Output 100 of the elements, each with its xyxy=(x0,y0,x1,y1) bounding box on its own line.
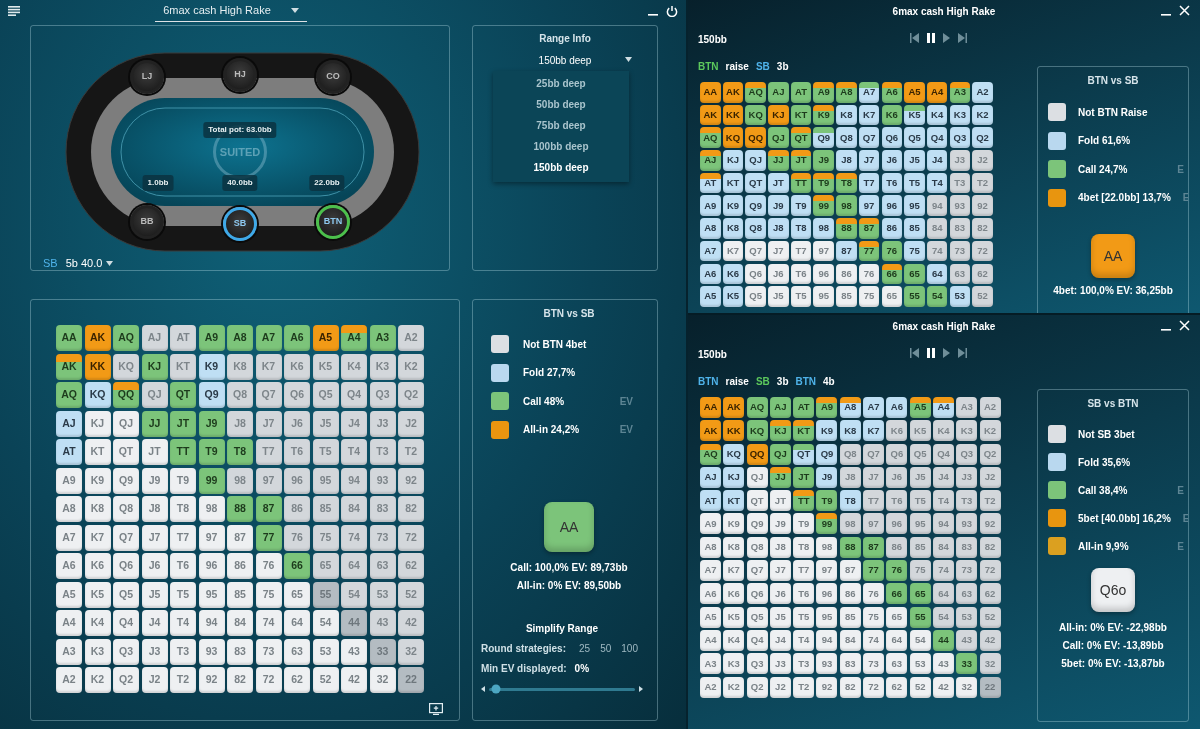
hand-cell[interactable]: Q4 xyxy=(341,382,367,408)
hand-cell[interactable]: 96 xyxy=(881,195,903,217)
hand-cell[interactable]: T3 xyxy=(793,653,815,675)
hand-cell[interactable]: 87 xyxy=(863,536,885,558)
hand-cell[interactable]: TT xyxy=(790,172,812,194)
hand-cell[interactable]: Q7 xyxy=(863,443,885,465)
hand-cell[interactable]: 87 xyxy=(839,560,861,582)
hand-cell[interactable]: T4 xyxy=(926,172,948,194)
hand-cell[interactable]: 84 xyxy=(341,496,367,522)
hand-cell[interactable]: J3 xyxy=(141,638,168,665)
hand-cell[interactable]: 92 xyxy=(816,676,838,698)
hand-cell[interactable]: K9 xyxy=(84,467,111,494)
hand-cell[interactable]: KK xyxy=(723,420,745,442)
menu-icon[interactable] xyxy=(8,6,20,16)
hand-cell[interactable]: A5 xyxy=(700,286,721,307)
hand-cell[interactable]: 62 xyxy=(979,583,1001,605)
hand-cell[interactable]: 86 xyxy=(836,263,857,285)
hand-cell[interactable]: J8 xyxy=(769,536,791,558)
hand-cell[interactable]: K2 xyxy=(972,104,993,126)
close-icon[interactable] xyxy=(1179,320,1190,331)
hand-cell[interactable]: A9 xyxy=(813,82,835,103)
hand-cell[interactable]: A5 xyxy=(700,606,721,628)
hand-cell[interactable]: Q8 xyxy=(227,382,253,408)
hand-cell[interactable]: 52 xyxy=(398,581,424,608)
hand-cell[interactable]: A3 xyxy=(949,82,971,103)
hand-cell[interactable]: J4 xyxy=(932,466,954,488)
hand-cell[interactable]: 64 xyxy=(341,553,367,579)
hand-cell[interactable]: 74 xyxy=(255,610,282,636)
hand-cell[interactable]: AA xyxy=(700,397,721,418)
hand-cell[interactable]: Q2 xyxy=(979,443,1001,465)
hand-cell[interactable]: A8 xyxy=(700,218,721,239)
hand-cell[interactable]: AT xyxy=(700,490,721,512)
hand-cell[interactable]: JT xyxy=(793,466,815,488)
hand-cell[interactable]: 86 xyxy=(839,583,861,605)
hand-cell[interactable]: QT xyxy=(113,439,139,465)
hand-cell[interactable]: 65 xyxy=(881,286,903,307)
hand-cell[interactable]: 32 xyxy=(398,638,424,665)
hand-cell[interactable]: J8 xyxy=(839,466,861,488)
hand-cell[interactable]: 62 xyxy=(284,667,310,693)
hand-cell[interactable]: 96 xyxy=(198,553,225,579)
hand-cell[interactable]: 63 xyxy=(284,638,310,665)
hand-cell[interactable]: 93 xyxy=(198,638,225,665)
hand-cell[interactable]: 72 xyxy=(255,667,282,693)
hand-cell[interactable]: A9 xyxy=(816,397,838,418)
hand-cell[interactable]: QT xyxy=(170,382,196,408)
hand-cell[interactable]: 42 xyxy=(398,610,424,636)
hand-cell[interactable]: 62 xyxy=(972,263,993,285)
hand-cell[interactable]: 63 xyxy=(369,553,396,579)
hand-cell[interactable]: KJ xyxy=(722,150,744,171)
hand-cell[interactable]: JT xyxy=(768,172,789,194)
hand-cell[interactable]: 64 xyxy=(886,629,908,651)
hand-cell[interactable]: KT xyxy=(723,490,745,512)
hand-cell[interactable]: 22 xyxy=(979,676,1001,698)
hand-cell[interactable]: T6 xyxy=(793,583,815,605)
hand-cell[interactable]: T7 xyxy=(255,439,282,465)
hand-cell[interactable]: Q4 xyxy=(926,127,948,148)
hand-cell[interactable]: A6 xyxy=(700,263,721,285)
hand-cell[interactable]: A4 xyxy=(926,82,948,103)
hand-cell[interactable]: 77 xyxy=(858,240,880,262)
hand-cell[interactable]: 86 xyxy=(284,496,310,522)
hand-cell[interactable]: Q2 xyxy=(746,676,768,698)
hand-cell[interactable]: Q8 xyxy=(746,536,768,558)
hand-cell[interactable]: 82 xyxy=(839,676,861,698)
hand-cell[interactable]: 94 xyxy=(198,610,225,636)
hand-cell[interactable]: QJ xyxy=(746,466,768,488)
hand-cell[interactable]: 98 xyxy=(836,195,857,217)
hand-cell[interactable]: 76 xyxy=(886,560,908,582)
hand-cell[interactable]: Q6 xyxy=(886,443,908,465)
hand-cell[interactable]: J9 xyxy=(768,195,789,217)
hand-cell[interactable]: K2 xyxy=(979,420,1001,442)
hand-cell[interactable]: K3 xyxy=(723,653,745,675)
hand-cell[interactable]: K8 xyxy=(227,353,253,380)
hand-cell[interactable]: 64 xyxy=(284,610,310,636)
hand-cell[interactable]: 99 xyxy=(816,513,838,535)
hand-cell[interactable]: 73 xyxy=(956,560,978,582)
hand-cell[interactable]: 55 xyxy=(312,581,339,608)
hand-cell[interactable]: T8 xyxy=(793,536,815,558)
hand-cell[interactable]: 62 xyxy=(886,676,908,698)
hand-cell[interactable]: Q2 xyxy=(972,127,993,148)
hand-cell[interactable]: 53 xyxy=(312,638,339,665)
hand-cell[interactable]: 88 xyxy=(836,218,857,239)
hand-cell[interactable]: QQ xyxy=(746,443,768,465)
hand-cell[interactable]: K2 xyxy=(723,676,745,698)
hand-cell[interactable]: 33 xyxy=(369,638,396,665)
hand-cell[interactable]: A8 xyxy=(839,397,861,418)
hand-cell[interactable]: Q9 xyxy=(816,443,838,465)
hand-cell[interactable]: Q3 xyxy=(113,638,139,665)
hand-cell[interactable]: AT xyxy=(56,439,82,465)
hand-cell[interactable]: 55 xyxy=(904,286,925,307)
hand-cell[interactable]: Q7 xyxy=(746,560,768,582)
hand-cell[interactable]: 93 xyxy=(949,195,971,217)
hand-cell[interactable]: JJ xyxy=(768,150,789,171)
hand-cell[interactable]: K8 xyxy=(723,536,745,558)
hand-cell[interactable]: 97 xyxy=(813,240,835,262)
hand-cell[interactable]: 77 xyxy=(863,560,885,582)
hand-cell[interactable]: J7 xyxy=(768,240,789,262)
hand-cell[interactable]: KT xyxy=(84,439,111,465)
play-icon[interactable] xyxy=(943,33,950,43)
hand-cell[interactable]: T6 xyxy=(881,172,903,194)
hand-cell[interactable]: 32 xyxy=(979,653,1001,675)
